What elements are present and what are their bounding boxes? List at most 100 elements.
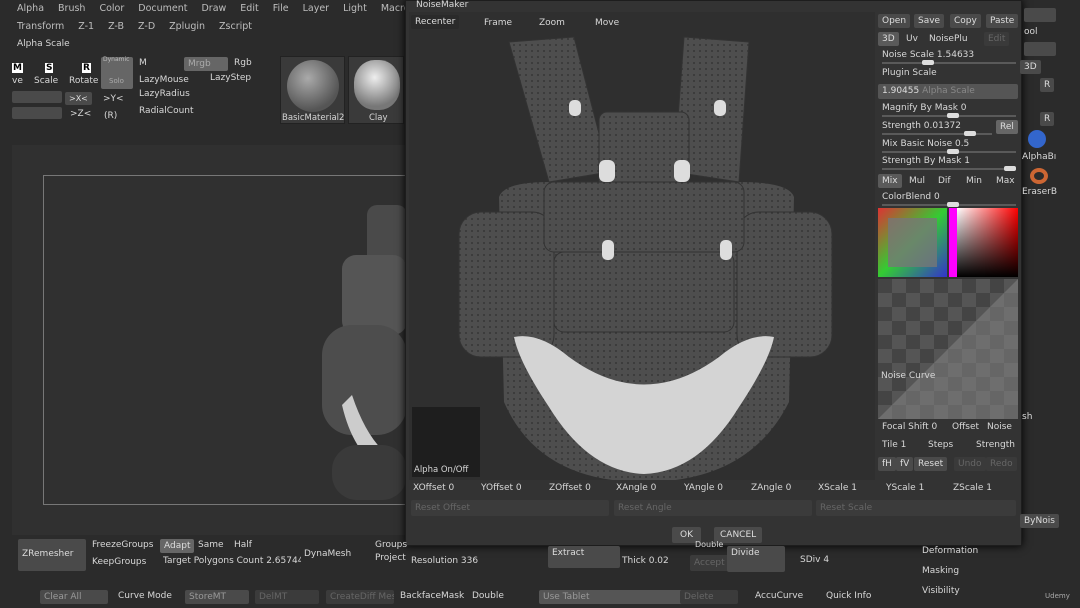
curve-redo-button[interactable]: Redo xyxy=(986,457,1017,471)
accucurve-button[interactable]: AccuCurve xyxy=(755,591,803,601)
rgb-button[interactable]: Rgb xyxy=(234,58,252,68)
reset-angle-button[interactable]: Reset Angle xyxy=(614,500,812,516)
zangle-slider[interactable]: ZAngle 0 xyxy=(751,483,791,493)
mix-basic-noise-slider[interactable]: Mix Basic Noise 0.5 xyxy=(882,139,969,149)
delmt-button[interactable]: DelMT xyxy=(255,590,319,604)
r-button-2[interactable]: R xyxy=(1040,112,1055,126)
sdiv-slider[interactable]: SDiv 4 xyxy=(800,555,829,565)
canvas-viewport[interactable] xyxy=(12,145,413,535)
m-toggle[interactable]: M xyxy=(139,58,147,68)
masking-menu[interactable]: Masking xyxy=(922,566,959,576)
xscale-slider[interactable]: XScale 1 xyxy=(818,483,857,493)
keepgroups-button[interactable]: KeepGroups xyxy=(92,557,146,567)
alpha-scale-slider[interactable]: 1.90455 Alpha Scale xyxy=(878,84,1018,99)
zoffset-slider[interactable]: ZOffset 0 xyxy=(549,483,591,493)
rel-button[interactable]: Rel xyxy=(996,120,1018,134)
focal-shift-slider[interactable]: Focal Shift 0 xyxy=(882,422,937,432)
color-swatch-1[interactable] xyxy=(878,208,947,277)
noise-preview[interactable]: Recenter Frame Zoom Move Alpha On/Off xyxy=(409,12,875,482)
steps-slider[interactable]: Steps xyxy=(928,440,953,450)
lazyradius-slider[interactable]: LazyRadius xyxy=(139,89,190,99)
menu-z1[interactable]: Z-1 xyxy=(71,21,101,32)
deformation-menu[interactable]: Deformation xyxy=(922,546,978,556)
noise-curve-editor[interactable]: Noise Curve xyxy=(878,279,1018,419)
storemt-button[interactable]: StoreMT xyxy=(185,590,249,604)
uv-mode-button[interactable]: Uv xyxy=(906,34,918,44)
yscale-slider[interactable]: YScale 1 xyxy=(886,483,924,493)
flip-v-button[interactable]: fV xyxy=(896,457,914,471)
yoffset-slider[interactable]: YOffset 0 xyxy=(481,483,522,493)
solo-button[interactable]: Dynamic Solo xyxy=(101,56,133,89)
max-blend-button[interactable]: Max xyxy=(996,176,1015,186)
groups-button[interactable]: Groups xyxy=(375,540,407,550)
menu-edit[interactable]: Edit xyxy=(233,3,265,14)
half-button[interactable]: Half xyxy=(234,540,252,550)
use-tablet-button[interactable]: Use Tablet xyxy=(539,590,684,604)
x-symmetry-button[interactable]: >X< xyxy=(65,92,92,105)
eraser-brush-icon[interactable] xyxy=(1030,168,1048,184)
move-button[interactable]: ve xyxy=(12,76,23,86)
lazystep-slider[interactable]: LazyStep xyxy=(210,73,251,83)
frame-button[interactable]: Frame xyxy=(484,18,512,28)
mrgb-button[interactable]: Mrgb xyxy=(184,57,228,71)
xoffset-slider[interactable]: XOffset 0 xyxy=(413,483,454,493)
menu-draw[interactable]: Draw xyxy=(194,3,233,14)
save-button[interactable]: Save xyxy=(914,14,945,28)
tile-slider[interactable]: Tile 1 xyxy=(882,440,906,450)
visibility-menu[interactable]: Visibility xyxy=(922,586,960,596)
double-button[interactable]: Double xyxy=(472,591,504,601)
copy-button[interactable]: Copy xyxy=(950,14,981,28)
freezegroups-button[interactable]: FreezeGroups xyxy=(92,540,153,550)
colorblend-slider[interactable]: ColorBlend 0 xyxy=(882,192,940,202)
bynoise-button[interactable]: ByNois xyxy=(1020,514,1059,528)
rotate-button[interactable]: Rotate xyxy=(69,76,98,86)
curve-reset-button[interactable]: Reset xyxy=(914,457,948,471)
radialcount-slider[interactable]: RadialCount xyxy=(139,106,194,116)
edit-button[interactable]: Edit xyxy=(984,32,1010,46)
scale-button[interactable]: Scale xyxy=(34,76,58,86)
yangle-slider[interactable]: YAngle 0 xyxy=(684,483,723,493)
strength-by-mask-slider[interactable]: Strength By Mask 1 xyxy=(882,156,970,166)
menu-layer[interactable]: Layer xyxy=(296,3,337,14)
mul-blend-button[interactable]: Mul xyxy=(909,176,925,186)
double-top-button[interactable]: Double xyxy=(695,540,723,549)
menu-file[interactable]: File xyxy=(266,3,296,14)
lazymouse-button[interactable]: LazyMouse xyxy=(139,75,189,85)
zremesher-button[interactable]: ZRemesher xyxy=(18,539,86,571)
same-button[interactable]: Same xyxy=(198,540,224,550)
zscale-slider[interactable]: ZScale 1 xyxy=(953,483,992,493)
recenter-button[interactable]: Recenter xyxy=(411,15,460,29)
y-symmetry-button[interactable]: >Y< xyxy=(103,94,124,104)
thick-slider[interactable]: Thick 0.02 xyxy=(622,556,669,566)
quick-info-button[interactable]: Quick Info xyxy=(826,591,871,601)
strength-slider[interactable]: Strength 0.01372 xyxy=(882,121,961,131)
plugin-scale-slider[interactable]: Plugin Scale xyxy=(882,68,937,78)
curve-undo-button[interactable]: Undo xyxy=(954,457,986,471)
delete-button[interactable]: Delete xyxy=(680,590,738,604)
menu-document[interactable]: Document xyxy=(131,3,194,14)
paste-button[interactable]: Paste xyxy=(986,14,1019,28)
xangle-slider[interactable]: XAngle 0 xyxy=(616,483,656,493)
curve-strength-slider[interactable]: Strength xyxy=(976,440,1015,450)
menu-color[interactable]: Color xyxy=(92,3,131,14)
material-basic[interactable]: BasicMaterial2 xyxy=(280,56,345,124)
alpha-thumbnail[interactable]: Alpha On/Off xyxy=(412,407,480,477)
right-strip-button-1[interactable] xyxy=(1024,8,1056,22)
dynamesh-button[interactable]: DynaMesh xyxy=(304,549,351,559)
accept-button[interactable]: Accept xyxy=(690,555,729,571)
creatediff-mesh-button[interactable]: CreateDiff Mes xyxy=(326,590,394,604)
radial-symmetry-button[interactable]: (R) xyxy=(104,111,117,121)
menu-zd[interactable]: Z-D xyxy=(131,21,162,32)
move-view-button[interactable]: Move xyxy=(595,18,619,28)
open-button[interactable]: Open xyxy=(878,14,911,28)
alpha-brush-icon[interactable] xyxy=(1028,130,1046,148)
z-symmetry-button[interactable]: >Z< xyxy=(70,109,91,119)
curve-mode-button[interactable]: Curve Mode xyxy=(118,591,172,601)
adapt-button[interactable]: Adapt xyxy=(160,539,195,553)
menu-alpha[interactable]: Alpha xyxy=(10,3,51,14)
reset-scale-button[interactable]: Reset Scale xyxy=(816,500,1016,516)
noiseplugin-button[interactable]: NoisePlu xyxy=(929,34,968,44)
right-strip-button-2[interactable] xyxy=(1024,42,1056,56)
color-picker[interactable] xyxy=(949,208,1018,277)
clear-all-button[interactable]: Clear All xyxy=(40,590,108,604)
